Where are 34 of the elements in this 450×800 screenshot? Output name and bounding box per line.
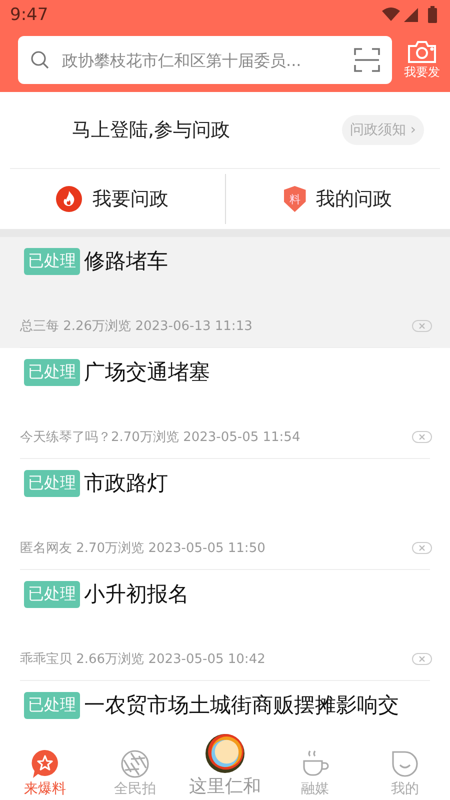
action-button[interactable]: 料 我的问政 <box>226 169 450 229</box>
login-prompt[interactable]: 马上登陆,参与问政 <box>72 117 230 143</box>
search-icon <box>30 50 50 70</box>
logo-icon <box>205 734 245 773</box>
post-title: 一农贸市场土城街商贩摆摊影响交 <box>84 692 399 719</box>
close-icon[interactable] <box>412 320 432 332</box>
status-time: 9:47 <box>10 5 48 25</box>
status-badge: 已处理 <box>24 248 80 274</box>
scan-icon[interactable] <box>354 47 380 73</box>
post-title: 修路堵车 <box>84 248 168 275</box>
cup-icon <box>300 749 330 779</box>
post-meta: 总三每 2.26万浏览 2023-06-13 11:13 <box>20 318 252 335</box>
post-title: 市政路灯 <box>84 470 168 497</box>
status-badge: 已处理 <box>24 692 80 718</box>
shield-icon: 料 <box>284 186 306 212</box>
star-icon <box>31 749 59 779</box>
flame-icon <box>56 186 82 212</box>
status-badge: 已处理 <box>24 358 80 386</box>
status-icons <box>382 5 440 25</box>
post-title: 小升初报名 <box>84 581 189 608</box>
post-meta: 乖乖宝贝 2.66万浏览 2023-05-05 10:42 <box>20 651 266 668</box>
face-icon <box>390 749 420 779</box>
action-button[interactable]: 我要问政 <box>0 169 224 229</box>
close-icon[interactable] <box>412 542 432 554</box>
close-icon[interactable] <box>412 431 432 443</box>
post-meta: 今天练琴了吗？2.70万浏览 2023-05-05 11:54 <box>20 429 300 446</box>
status-badge: 已处理 <box>24 470 80 496</box>
post-meta: 匿名网友 2.70万浏览 2023-05-05 11:50 <box>20 540 266 557</box>
camera-icon <box>407 40 437 64</box>
post-title: 广场交通堵塞 <box>84 359 210 386</box>
status-badge: 已处理 <box>24 580 80 608</box>
close-icon[interactable] <box>412 653 432 665</box>
post-item[interactable]: 已处理 修路堵车 总三每 2.26万浏览 2023-06-13 11:13 <box>0 237 450 348</box>
search-bar[interactable]: 政协攀枝花市仁和区第十届委员... <box>18 36 392 84</box>
